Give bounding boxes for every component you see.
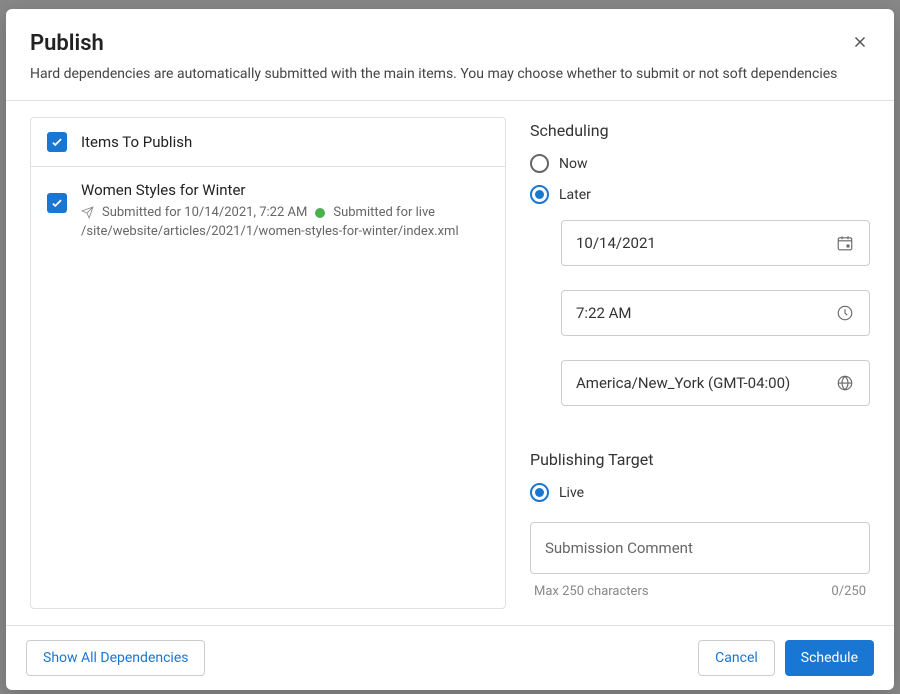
item-content: Women Styles for Winter Submitted for 10…	[81, 181, 489, 239]
scheduling-now-option[interactable]: Now	[530, 154, 870, 173]
submission-comment-input[interactable]: Submission Comment	[530, 522, 870, 574]
timezone-input[interactable]	[561, 360, 870, 406]
publish-modal: Publish Hard dependencies are automatica…	[6, 9, 894, 690]
timezone-value[interactable]	[576, 374, 835, 392]
schedule-button[interactable]: Schedule	[785, 640, 874, 676]
cancel-button[interactable]: Cancel	[698, 640, 775, 676]
time-input[interactable]	[561, 290, 870, 336]
items-box: Items To Publish Women Styles for Winter	[30, 117, 506, 609]
date-input[interactable]	[561, 220, 870, 266]
max-chars-label: Max 250 characters	[534, 584, 649, 599]
close-icon	[851, 33, 869, 54]
globe-icon	[835, 373, 855, 393]
calendar-icon	[835, 233, 855, 253]
radio-selected-icon	[530, 185, 549, 204]
footer-actions: Cancel Schedule	[698, 640, 874, 676]
scheduling-later-option[interactable]: Later	[530, 185, 870, 204]
publishing-target-section: Publishing Target Live	[530, 450, 870, 502]
now-label: Now	[559, 156, 588, 172]
items-panel: Items To Publish Women Styles for Winter	[6, 101, 518, 625]
submitted-text: Submitted for 10/14/2021, 7:22 AM	[102, 205, 307, 220]
modal-header: Publish Hard dependencies are automatica…	[6, 9, 894, 101]
radio-icon	[530, 154, 549, 173]
show-dependencies-button[interactable]: Show All Dependencies	[26, 640, 205, 676]
time-value[interactable]	[576, 304, 835, 322]
modal-title: Publish	[30, 31, 870, 56]
scheduling-title: Scheduling	[530, 121, 870, 140]
date-value[interactable]	[576, 234, 835, 252]
items-header: Items To Publish	[31, 118, 505, 167]
select-all-checkbox[interactable]	[47, 132, 67, 152]
schedule-fields	[560, 220, 870, 422]
comment-placeholder: Submission Comment	[545, 539, 693, 557]
comment-meta: Max 250 characters 0/250	[530, 584, 870, 599]
later-label: Later	[559, 187, 591, 203]
items-header-label: Items To Publish	[81, 133, 192, 151]
live-label: Live	[559, 485, 584, 501]
status-dot-icon	[315, 208, 325, 218]
item-path: /site/website/articles/2021/1/women-styl…	[81, 224, 489, 239]
publishing-target-live-option[interactable]: Live	[530, 483, 870, 502]
item-meta: Submitted for 10/14/2021, 7:22 AM Submit…	[81, 205, 489, 220]
publishing-target-title: Publishing Target	[530, 450, 870, 469]
status-text: Submitted for live	[333, 205, 435, 220]
item-row: Women Styles for Winter Submitted for 10…	[31, 167, 505, 253]
item-title: Women Styles for Winter	[81, 181, 489, 199]
scheduling-panel: Scheduling Now Later	[518, 101, 894, 625]
modal-footer: Show All Dependencies Cancel Schedule	[6, 625, 894, 690]
item-checkbox[interactable]	[47, 193, 67, 213]
items-list: Women Styles for Winter Submitted for 10…	[31, 167, 505, 608]
scheduling-radio-group: Now Later	[530, 154, 870, 204]
char-counter: 0/250	[831, 584, 866, 599]
close-button[interactable]	[846, 29, 874, 57]
plane-icon	[81, 206, 94, 219]
radio-selected-icon	[530, 483, 549, 502]
modal-body: Items To Publish Women Styles for Winter	[6, 101, 894, 625]
modal-subtitle: Hard dependencies are automatically subm…	[30, 66, 870, 82]
clock-icon	[835, 303, 855, 323]
